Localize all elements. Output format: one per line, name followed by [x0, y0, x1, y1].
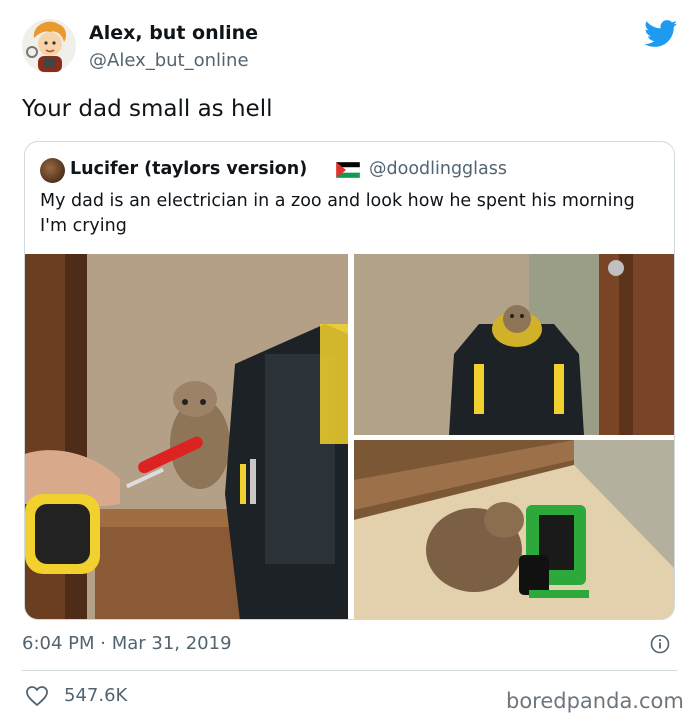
author-name[interactable]: Alex, but online: [89, 22, 258, 44]
info-icon[interactable]: [650, 634, 670, 654]
quoted-tweet-text: My dad is an electrician in a zoo and lo…: [40, 191, 635, 236]
author-handle[interactable]: @Alex_but_online: [89, 50, 249, 71]
quoted-author-handle: @doodlingglass: [369, 159, 507, 179]
quoted-avatar[interactable]: [40, 158, 65, 183]
quoted-tweet-card[interactable]: Lucifer (taylors version) @doodlingglass…: [24, 141, 675, 620]
palestine-flag-icon: [336, 162, 360, 178]
tweet-text: Your dad small as hell: [22, 96, 273, 122]
twitter-bird-icon: [644, 20, 678, 47]
quoted-author-name: Lucifer (taylors version): [70, 159, 308, 179]
photo-meerkat-with-device[interactable]: [354, 440, 675, 620]
tweet-timestamp[interactable]: 6:04 PM · Mar 31, 2019: [22, 633, 232, 654]
divider: [22, 670, 677, 671]
photo-meerkat-in-bag[interactable]: [354, 254, 675, 435]
photo-meerkat-screwdriver[interactable]: [25, 254, 348, 620]
watermark: boredpanda.com: [506, 689, 684, 713]
like-count[interactable]: 547.6K: [64, 685, 127, 706]
author-avatar[interactable]: [22, 16, 76, 76]
heart-icon[interactable]: [25, 685, 49, 707]
